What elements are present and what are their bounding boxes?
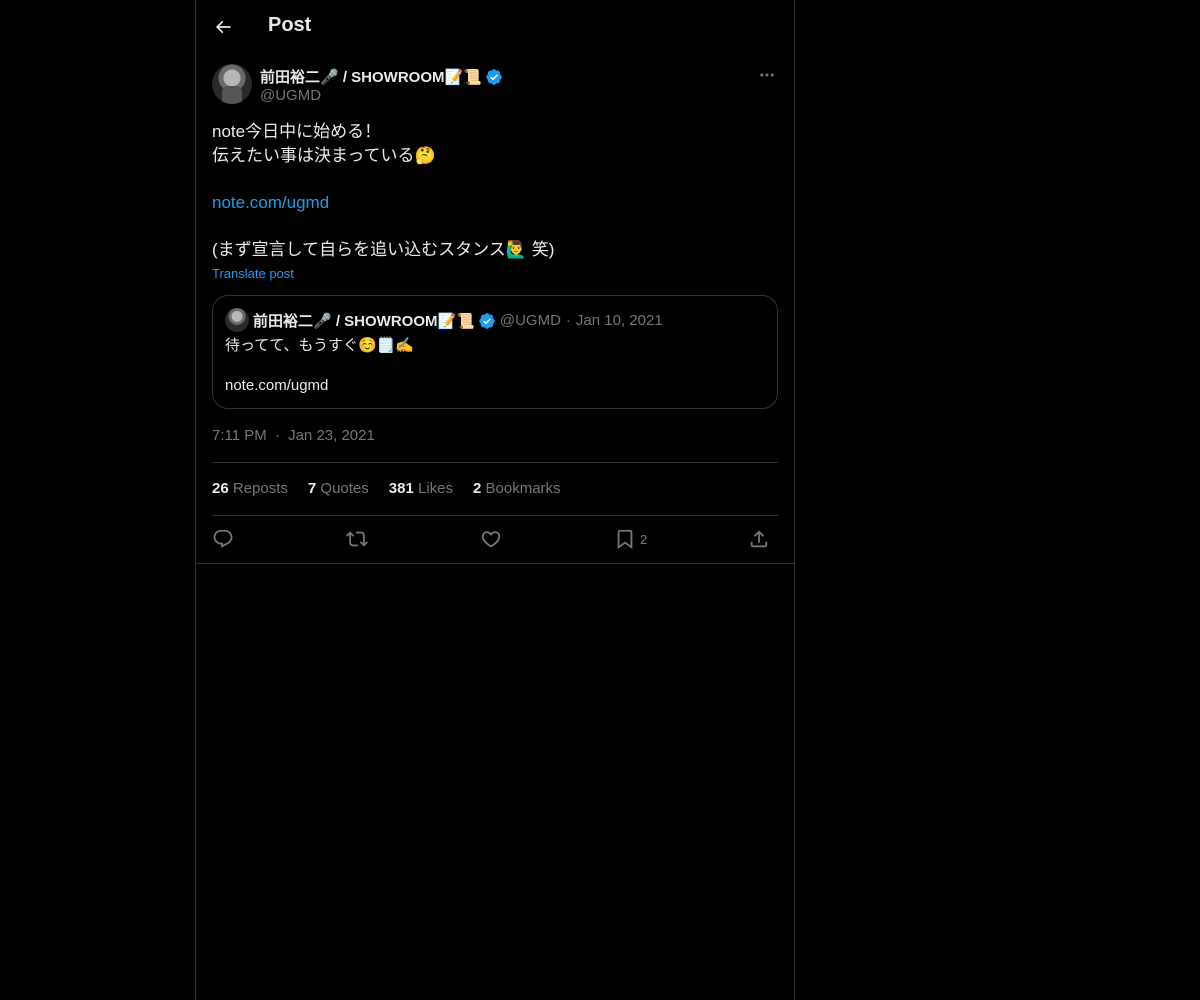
quotes-stat[interactable]: 7 Quotes: [308, 480, 369, 497]
post-time[interactable]: 7:11 PM: [212, 427, 267, 444]
like-button[interactable]: [480, 526, 502, 552]
share-button[interactable]: [748, 526, 770, 552]
arrow-left-icon: [213, 17, 233, 37]
page-header: Post: [196, 0, 794, 53]
repost-button[interactable]: [346, 526, 368, 552]
translate-post-link[interactable]: Translate post: [212, 266, 294, 281]
post-body: note今日中に始める！ 伝えたい事は決まっている🤔 note.com/ugmd…: [212, 120, 778, 262]
separator-dot: ·: [565, 312, 571, 329]
main-column: Post 前田裕二🎤 / SHOWROOM📝📜 @UGMD note今日中に始め…: [195, 0, 795, 1000]
more-dots-icon: [758, 66, 776, 84]
author-handle[interactable]: @UGMD: [260, 87, 321, 104]
separator-dot: ·: [274, 427, 280, 444]
reply-icon: [212, 528, 234, 550]
reposts-stat[interactable]: 26 Reposts: [212, 480, 288, 497]
quote-spacer: [225, 356, 765, 376]
back-button[interactable]: [206, 10, 240, 44]
quote-avatar: [225, 308, 249, 332]
reply-button[interactable]: [212, 526, 234, 552]
author-name[interactable]: 前田裕二🎤 / SHOWROOM📝📜: [260, 66, 482, 87]
divider: [212, 462, 778, 463]
post-author: 前田裕二🎤 / SHOWROOM📝📜 @UGMD: [212, 64, 778, 108]
divider: [196, 563, 794, 564]
post-line-1: note今日中に始める！: [212, 122, 382, 141]
post-closing-line: (まず宣言して自らを追い込むスタンス🙋‍♂️ 笑): [212, 240, 555, 259]
quote-header: 前田裕二🎤 / SHOWROOM📝📜 @UGMD · Jan 10, 2021: [253, 310, 663, 331]
more-options-button[interactable]: [756, 64, 778, 86]
quote-date: Jan 10, 2021: [575, 312, 663, 329]
bookmark-button[interactable]: 2: [614, 526, 647, 552]
heart-icon: [480, 528, 502, 550]
bookmark-icon: [614, 528, 636, 550]
divider: [212, 515, 778, 516]
page-title: Post: [268, 14, 312, 36]
verified-badge-icon: [478, 312, 496, 330]
post-line-2: 伝えたい事は決まっている🤔: [212, 146, 436, 165]
likes-stat[interactable]: 381 Likes: [389, 480, 453, 497]
bookmark-count: 2: [640, 531, 648, 547]
author-name-line[interactable]: 前田裕二🎤 / SHOWROOM📝📜: [260, 66, 503, 87]
post-spacer: [212, 215, 778, 238]
action-bar: 2: [212, 526, 778, 552]
repost-icon: [346, 528, 368, 550]
quote-link: note.com/ugmd: [225, 377, 329, 394]
post-timestamp: 7:11 PM · Jan 23, 2021: [212, 427, 375, 444]
verified-badge-icon: [485, 68, 503, 86]
post-link[interactable]: note.com/ugmd: [212, 193, 329, 212]
quote-line: 待ってて、もうすぐ☺️🗒️✍️: [225, 337, 415, 354]
post-spacer: [212, 168, 778, 191]
avatar[interactable]: [212, 64, 252, 104]
quote-body: 待ってて、もうすぐ☺️🗒️✍️ note.com/ugmd: [225, 336, 765, 396]
post-date[interactable]: Jan 23, 2021: [288, 427, 375, 444]
quoted-post[interactable]: 前田裕二🎤 / SHOWROOM📝📜 @UGMD · Jan 10, 2021 …: [212, 295, 778, 409]
quote-author-handle: @UGMD: [499, 312, 561, 329]
engagement-stats: 26 Reposts 7 Quotes 381 Likes 2 Bookmark…: [212, 480, 561, 497]
quote-author-name: 前田裕二🎤 / SHOWROOM📝📜: [253, 313, 475, 330]
share-icon: [748, 528, 770, 550]
bookmarks-stat[interactable]: 2 Bookmarks: [473, 480, 561, 497]
